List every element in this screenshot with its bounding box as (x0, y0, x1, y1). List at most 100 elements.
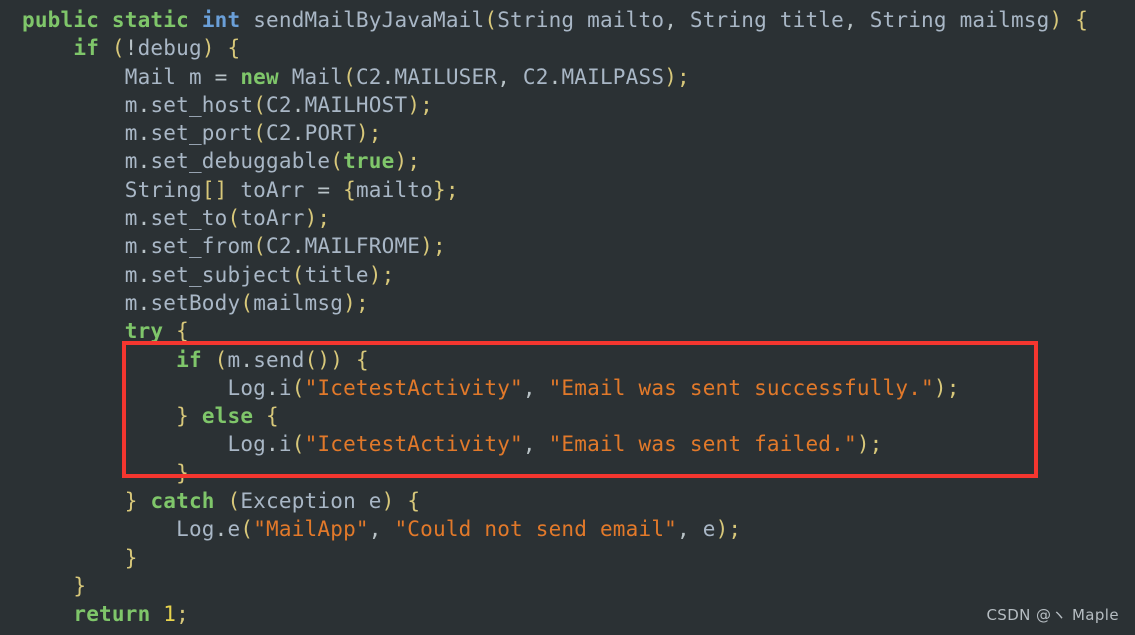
code-token-op (150, 602, 163, 626)
code-token-op: . (548, 64, 562, 89)
code-token-ident: m (176, 64, 215, 89)
code-token-op (189, 8, 202, 32)
code-token-punc: () (304, 347, 331, 372)
code-line[interactable]: Mail m = new Mail(C2.MAILUSER, C2.MAILPA… (0, 63, 1135, 91)
code-token-op: = (317, 177, 331, 202)
code-token-op (1062, 8, 1075, 32)
code-token-ident: e (355, 489, 382, 514)
code-token-op (215, 36, 228, 60)
code-line[interactable]: public static int sendMailByJavaMail(Str… (0, 6, 1135, 34)
code-token-cls: String (497, 8, 575, 32)
code-token-op (253, 404, 266, 428)
code-token-ident: toArr (227, 177, 318, 202)
code-token-cls: Exception (240, 489, 356, 514)
code-line[interactable]: m.set_host(C2.MAILHOST); (0, 91, 1135, 119)
code-token-fn: send (253, 347, 305, 372)
code-token-fn: set_from (150, 234, 254, 259)
code-line[interactable]: m.set_to(toArr); (0, 204, 1135, 232)
code-token-punc: { (355, 347, 369, 372)
code-line[interactable]: } (0, 544, 1135, 572)
code-token-ident: mailto (355, 177, 433, 202)
code-token-ident: title (304, 262, 369, 287)
code-line[interactable]: } catch (Exception e) { (0, 487, 1135, 515)
code-token-punc: ( (330, 149, 344, 174)
code-token-ident: m (227, 347, 241, 372)
code-line[interactable]: String[] toArr = {mailto}; (0, 176, 1135, 204)
code-token-punc: ) (355, 121, 369, 146)
code-token-fn: e (227, 517, 241, 542)
code-line[interactable]: Log.i("IcetestActivity", "Email was sent… (0, 430, 1135, 458)
code-token-punc: ) (330, 347, 344, 372)
code-token-punc: ( (484, 8, 498, 32)
code-token-punc: { (176, 319, 189, 344)
code-token-punc: { (407, 489, 421, 514)
code-token-op (240, 8, 253, 32)
code-screenshot: public static int sendMailByJavaMail(Str… (0, 0, 1135, 635)
code-line[interactable]: m.set_port(C2.PORT); (0, 119, 1135, 147)
code-token-op: , (522, 432, 536, 457)
code-token-str: "Email was sent successfully." (548, 375, 934, 400)
code-line[interactable]: } else { (0, 402, 1135, 430)
code-token-punc: ) (715, 517, 729, 542)
code-token-op: . (381, 64, 395, 89)
code-line[interactable]: m.set_from(C2.MAILFROME); (0, 232, 1135, 260)
code-token-ident: m (124, 149, 138, 174)
code-line[interactable]: m.setBody(mailmsg); (0, 289, 1135, 317)
code-token-op (677, 8, 690, 32)
code-line[interactable]: } (0, 572, 1135, 600)
code-token-op (536, 432, 549, 456)
code-token-op: , (497, 64, 511, 89)
code-line[interactable]: return 1; (0, 600, 1135, 628)
code-token-punc: ) (856, 432, 870, 457)
code-token-punc: { (227, 36, 241, 61)
code-token-op: . (137, 206, 151, 231)
code-token-punc: } (176, 460, 189, 485)
code-token-op (163, 319, 176, 343)
code-token-str: "Could not send email" (394, 517, 678, 542)
code-token-op (202, 348, 215, 372)
code-token-punc: } (124, 489, 138, 514)
code-line[interactable]: m.set_debuggable(true); (0, 147, 1135, 175)
code-line[interactable]: m.set_subject(title); (0, 261, 1135, 289)
code-token-op: . (266, 375, 279, 400)
code-token-op: . (291, 234, 305, 259)
code-token-ident: mailto (574, 8, 665, 32)
code-line[interactable]: try { (0, 317, 1135, 345)
code-token-punc: ) (381, 489, 395, 514)
code-token-punc: } (73, 573, 87, 598)
code-line[interactable]: if (m.send()) { (0, 346, 1135, 374)
code-token-punc: ; (677, 64, 690, 89)
code-token-cls: C2 (355, 64, 382, 89)
code-token-cls: C2 (266, 121, 292, 146)
code-line[interactable]: } (0, 459, 1135, 487)
code-token-kw: if (176, 347, 202, 372)
code-token-kw: if (73, 36, 100, 61)
code-editor-content[interactable]: public static int sendMailByJavaMail(Str… (0, 0, 1135, 629)
code-token-fn: set_to (150, 206, 228, 231)
code-token-str: "IcetestActivity" (304, 375, 523, 400)
code-line[interactable]: if (!debug) { (0, 34, 1135, 62)
code-token-punc: ( (253, 92, 267, 117)
code-token-punc: ; (433, 234, 446, 259)
code-token-punc: ) (304, 206, 318, 231)
code-token-op (857, 8, 870, 32)
code-token-punc: ) (1049, 8, 1063, 32)
code-token-punc: ; (368, 121, 382, 146)
code-token-punc: ) (664, 64, 678, 89)
code-line[interactable]: Log.e("MailApp", "Could not send email",… (0, 515, 1135, 543)
code-line[interactable]: Log.i("IcetestActivity", "Email was sent… (0, 374, 1135, 402)
code-token-ident: title (766, 8, 844, 32)
code-token-kw: new (240, 64, 279, 89)
code-token-punc: ; (407, 149, 421, 174)
code-token-op: . (137, 290, 151, 315)
code-token-op: . (137, 262, 151, 287)
